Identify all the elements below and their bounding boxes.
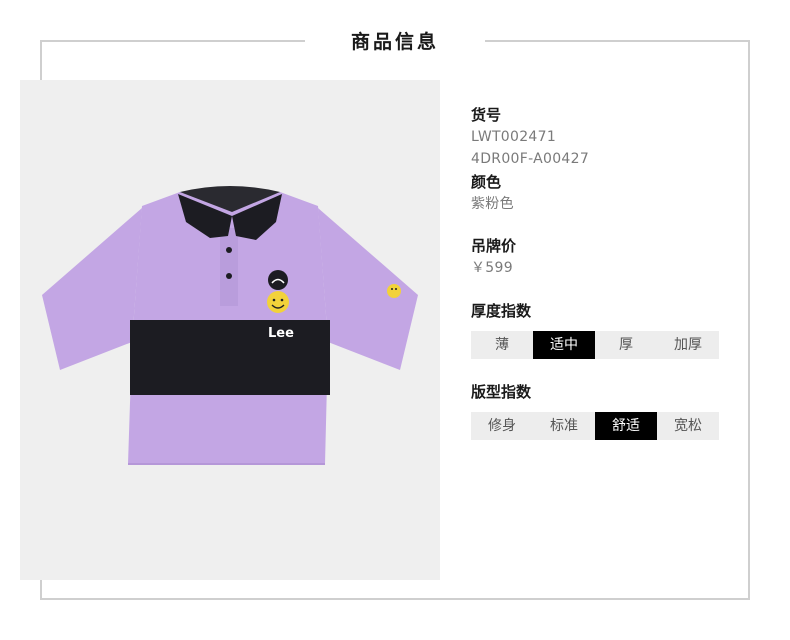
fit-option-loose: 宽松 [657, 412, 719, 440]
thickness-label: 厚度指数 [471, 302, 532, 320]
placket [220, 228, 238, 306]
section-title: 商品信息 [350, 31, 439, 53]
frame-right-line [748, 40, 750, 600]
fit-scale: 修身 标准 舒适 宽松 [471, 412, 719, 440]
thickness-option-thick: 厚 [595, 331, 657, 359]
fit-option-standard: 标准 [533, 412, 595, 440]
thickness-block: 厚度指数 薄 适中 厚 加厚 [471, 300, 719, 359]
left-sleeve [42, 208, 142, 370]
frame-bottom-line [40, 598, 750, 600]
color-block: 颜色 紫粉色 [471, 171, 514, 215]
right-sleeve [318, 208, 418, 370]
polo-shirt-illustration: Lee [42, 186, 418, 465]
thickness-option-thin: 薄 [471, 331, 533, 359]
button-2 [226, 273, 232, 279]
lee-logo-text: Lee [268, 326, 294, 341]
price-label: 吊牌价 [471, 237, 517, 255]
button-1 [226, 247, 232, 253]
fit-option-comfort: 舒适 [595, 412, 657, 440]
code-value-2: 4DR00F-A00427 [471, 151, 590, 167]
code-label: 货号 [471, 106, 502, 124]
sleeve-smiley [387, 284, 401, 298]
product-photo: Lee [20, 80, 440, 580]
frame-top-left-line [40, 40, 305, 42]
code-block: 货号 LWT002471 4DR00F-A00427 [471, 104, 589, 170]
price-block: 吊牌价 ￥599 [471, 235, 516, 279]
smiley-badge-yellow [267, 291, 289, 313]
code-value-1: LWT002471 [471, 129, 557, 145]
color-label: 颜色 [471, 173, 502, 191]
price-value: ￥599 [471, 260, 513, 276]
chest-band [130, 320, 330, 395]
thickness-scale: 薄 适中 厚 加厚 [471, 331, 719, 359]
thickness-option-medium: 适中 [533, 331, 595, 359]
fit-block: 版型指数 修身 标准 舒适 宽松 [471, 381, 719, 440]
frame-top-right-line [485, 40, 750, 42]
fit-label: 版型指数 [471, 383, 532, 401]
fit-option-slim: 修身 [471, 412, 533, 440]
color-value: 紫粉色 [471, 196, 514, 212]
thickness-option-extra-thick: 加厚 [657, 331, 719, 359]
